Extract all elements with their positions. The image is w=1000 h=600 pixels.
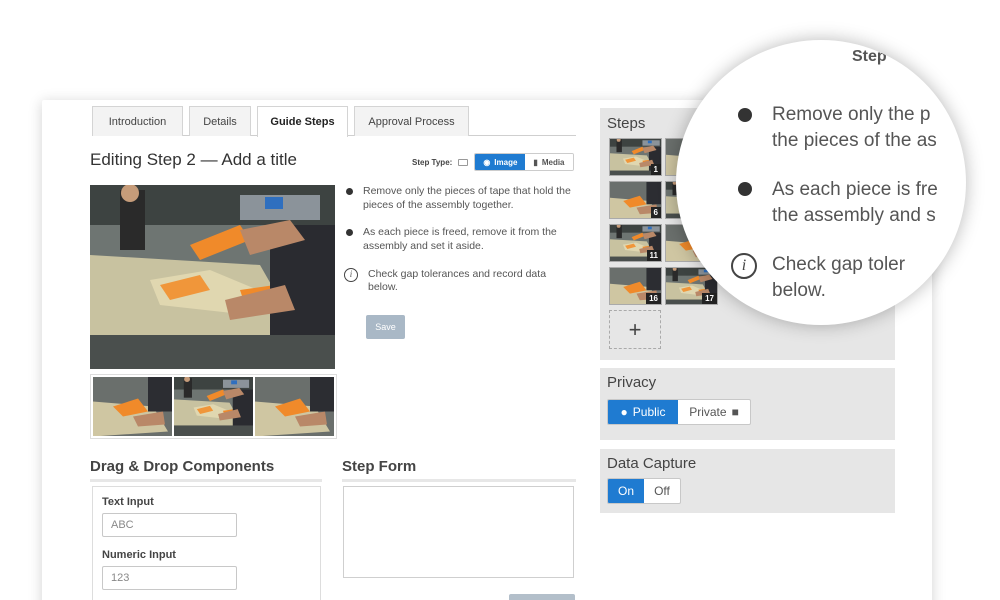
step-type-toggle: ◉ Image ▮ Media <box>474 153 574 171</box>
video-icon: ▮ <box>533 157 538 167</box>
add-step-button[interactable]: + <box>609 310 661 349</box>
image-thumbnail[interactable] <box>174 377 253 436</box>
step-image-thumbnails <box>90 374 337 439</box>
note-text: Check gap tolerances and record data bel… <box>368 267 547 294</box>
step-type-label: Step Type: <box>412 157 453 167</box>
step-number: 11 <box>646 250 661 261</box>
editing-step-title: Editing Step 2 — Add a title <box>90 150 297 169</box>
privacy-toggle: ● Public Private ■ <box>607 399 751 425</box>
data-capture-toggle: On Off <box>607 478 681 504</box>
image-option[interactable]: ◉ Image <box>475 154 526 170</box>
tab-details[interactable]: Details <box>189 106 251 136</box>
bullet-icon <box>346 188 353 195</box>
step-number: 1 <box>650 164 661 175</box>
save-button[interactable]: Save <box>366 315 405 339</box>
text-input-component[interactable]: ABC <box>102 513 237 537</box>
form-action-button[interactable] <box>509 594 575 600</box>
step-form-heading: Step Form <box>342 458 417 475</box>
tab-introduction[interactable]: Introduction <box>92 106 183 136</box>
drag-drop-heading: Drag & Drop Components <box>90 458 275 475</box>
numeric-input-component[interactable]: 123 <box>102 566 237 590</box>
step-number: 16 <box>646 293 661 304</box>
steps-title: Steps <box>607 115 646 132</box>
instruction-note: i Check gap tolerances and record data b… <box>344 267 578 295</box>
image-thumbnail[interactable] <box>93 377 172 436</box>
step-thumbnail[interactable]: 16 <box>609 267 662 305</box>
keyboard-icon <box>458 158 469 166</box>
tab-guide-steps[interactable]: Guide Steps <box>257 106 348 137</box>
image-option-label: Image <box>494 157 518 167</box>
magnified-step-label: Step <box>852 48 887 65</box>
media-option-label: Media <box>541 157 565 167</box>
magnified-text: Check gap toler below. <box>772 254 906 301</box>
step-form-dropzone[interactable] <box>343 486 574 578</box>
step-thumbnail[interactable]: 1 <box>609 138 662 176</box>
step-main-image[interactable] <box>90 185 335 369</box>
instruction-bullet: Remove only the pieces of tape that hold… <box>346 185 578 212</box>
public-label: Public <box>632 405 666 419</box>
globe-icon: ● <box>620 405 628 419</box>
public-option[interactable]: ● Public <box>608 400 679 424</box>
numeric-input-label: Numeric Input <box>102 549 176 561</box>
image-thumbnail[interactable] <box>255 377 334 436</box>
data-capture-title: Data Capture <box>607 455 697 472</box>
tab-approval-process[interactable]: Approval Process <box>354 106 469 136</box>
instruction-text: As each piece is freed, remove it from t… <box>363 226 557 252</box>
privacy-title: Privacy <box>607 374 657 391</box>
step-type-selector: Step Type: ◉ Image ▮ Media <box>412 153 574 171</box>
bullet-icon <box>738 108 752 122</box>
instruction-text: Remove only the pieces of tape that hold… <box>363 185 571 211</box>
bullet-icon <box>738 182 752 196</box>
info-icon: i <box>731 253 757 279</box>
divider <box>342 479 576 482</box>
private-option[interactable]: Private ■ <box>678 400 750 424</box>
off-option[interactable]: Off <box>644 479 680 503</box>
private-label: Private <box>689 405 727 419</box>
screenshot-stage: Introduction Details Guide Steps Approva… <box>0 0 1000 600</box>
magnifier-callout: Step Remove only the p the pieces of the … <box>676 40 966 325</box>
step-thumbnail[interactable]: 6 <box>609 181 662 219</box>
text-input-label: Text Input <box>102 496 154 508</box>
instruction-bullet: As each piece is freed, remove it from t… <box>346 226 578 253</box>
bullet-icon <box>346 229 353 237</box>
step-number: 6 <box>650 207 661 218</box>
tab-bar: Introduction Details Guide Steps Approva… <box>92 106 576 137</box>
divider <box>90 479 322 482</box>
info-icon: i <box>344 267 358 282</box>
media-option[interactable]: ▮ Media <box>525 154 573 170</box>
magnified-text: Remove only the p the pieces of the as <box>772 104 937 151</box>
on-option[interactable]: On <box>608 479 644 503</box>
camera-icon: ◉ <box>483 157 491 167</box>
magnified-text: As each piece is fre the assembly and s <box>772 179 938 226</box>
lock-icon: ■ <box>731 405 739 419</box>
step-instructions[interactable]: Remove only the pieces of tape that hold… <box>344 185 578 309</box>
magnified-image <box>676 100 714 310</box>
step-thumbnail[interactable]: 11 <box>609 224 662 262</box>
